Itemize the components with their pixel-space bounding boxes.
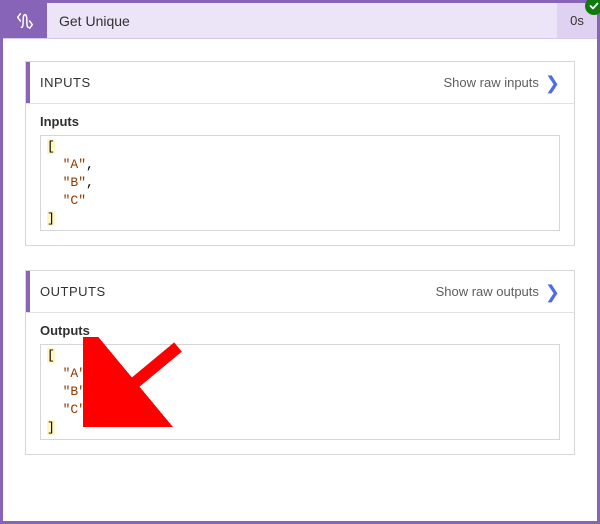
inputs-code: [ "A", "B", "C" ] xyxy=(47,138,553,228)
outputs-code: [ "A", "B", "C" ] xyxy=(47,347,553,437)
show-raw-inputs-link[interactable]: Show raw inputs ❯ xyxy=(444,74,560,92)
show-raw-outputs-link[interactable]: Show raw outputs ❯ xyxy=(436,283,560,301)
outputs-heading: OUTPUTS xyxy=(26,271,106,312)
inputs-codebox[interactable]: [ "A", "B", "C" ] xyxy=(40,135,560,231)
inputs-sublabel: Inputs xyxy=(40,114,560,129)
action-body: INPUTS Show raw inputs ❯ Inputs [ "A", "… xyxy=(3,39,597,501)
compose-icon xyxy=(3,3,47,38)
action-header[interactable]: Get Unique 0s xyxy=(3,3,597,39)
action-title: Get Unique xyxy=(47,3,557,38)
inputs-card: INPUTS Show raw inputs ❯ Inputs [ "A", "… xyxy=(25,61,575,246)
inputs-card-header: INPUTS Show raw inputs ❯ xyxy=(26,62,574,104)
outputs-card-header: OUTPUTS Show raw outputs ❯ xyxy=(26,271,574,313)
outputs-sublabel: Outputs xyxy=(40,323,560,338)
outputs-card: OUTPUTS Show raw outputs ❯ Outputs [ "A"… xyxy=(25,270,575,455)
outputs-codebox[interactable]: [ "A", "B", "C" ] xyxy=(40,344,560,440)
action-run-details-panel: Get Unique 0s INPUTS Show raw inputs ❯ I… xyxy=(0,0,600,524)
inputs-heading: INPUTS xyxy=(26,62,91,103)
chevron-right-icon: ❯ xyxy=(545,74,560,92)
chevron-right-icon: ❯ xyxy=(545,283,560,301)
success-check-icon xyxy=(585,0,600,15)
